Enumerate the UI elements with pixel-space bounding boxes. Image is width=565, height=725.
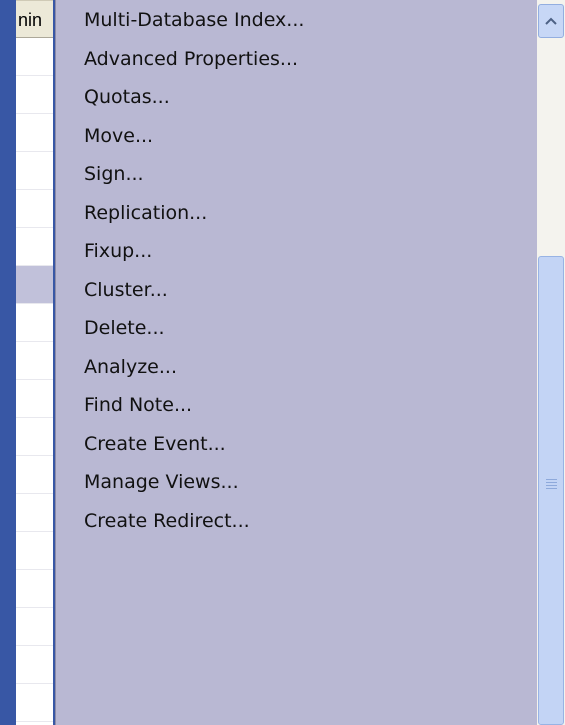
menu-item-label: Create Event... xyxy=(84,432,226,455)
menu-item-label: Analyze... xyxy=(84,355,177,378)
list-row[interactable] xyxy=(16,304,53,342)
list-row[interactable] xyxy=(16,152,53,190)
scroll-up-button[interactable] xyxy=(538,4,564,38)
menu-item[interactable]: Replication... xyxy=(56,194,537,232)
scroll-grip-icon xyxy=(546,479,557,489)
menu-item-label: Cluster... xyxy=(84,278,168,301)
menu-item-label: Advanced Properties... xyxy=(84,47,299,70)
menu-item[interactable]: Cluster... xyxy=(56,271,537,309)
context-menu: Multi-Database Index... Advanced Properti… xyxy=(55,0,537,725)
menu-item-label: Create Redirect... xyxy=(84,509,250,532)
menu-item-label: Replication... xyxy=(84,201,208,224)
menu-item[interactable]: Create Redirect... xyxy=(56,502,537,540)
list-row[interactable] xyxy=(16,608,53,646)
list-row[interactable] xyxy=(16,228,53,266)
menu-item-label: Manage Views... xyxy=(84,471,239,493)
menu-item[interactable]: Advanced Properties... xyxy=(56,40,537,78)
list-row[interactable] xyxy=(16,342,53,380)
column-header-label: nin xyxy=(18,10,43,30)
list-row[interactable] xyxy=(16,494,53,532)
scroll-thumb[interactable] xyxy=(538,256,564,725)
menu-item[interactable]: Create Event... xyxy=(56,425,537,463)
list-row[interactable] xyxy=(16,38,53,76)
list-row[interactable] xyxy=(16,76,53,114)
list-row[interactable] xyxy=(16,114,53,152)
list-row[interactable] xyxy=(16,646,53,684)
list-row[interactable] xyxy=(16,570,53,608)
menu-item[interactable]: Analyze... xyxy=(56,348,537,386)
background-list: nin xyxy=(16,0,53,725)
menu-item-label: Delete... xyxy=(84,317,165,339)
menu-item-label: Quotas... xyxy=(84,86,170,108)
list-row[interactable] xyxy=(16,266,53,304)
list-row[interactable] xyxy=(16,190,53,228)
menu-item[interactable]: Manage Views... xyxy=(56,463,537,501)
list-row[interactable] xyxy=(16,418,53,456)
menu-item-label: Move... xyxy=(84,124,154,147)
chevron-up-icon xyxy=(545,17,557,25)
menu-item[interactable]: Fixup... xyxy=(56,232,537,270)
menu-item-label: Find Note... xyxy=(84,394,193,416)
menu-item-label: Multi-Database Index... xyxy=(84,9,305,31)
list-row[interactable] xyxy=(16,532,53,570)
menu-item[interactable]: Multi-Database Index... xyxy=(56,1,537,39)
menu-item[interactable]: Find Note... xyxy=(56,386,537,424)
list-row[interactable] xyxy=(16,380,53,418)
menu-item-label: Sign... xyxy=(84,163,144,185)
column-header[interactable]: nin xyxy=(16,0,53,38)
vertical-scrollbar[interactable] xyxy=(537,0,565,725)
menu-item[interactable]: Move... xyxy=(56,117,537,155)
menu-item[interactable]: Quotas... xyxy=(56,78,537,116)
list-row[interactable] xyxy=(16,684,53,722)
menu-item[interactable]: Delete... xyxy=(56,309,537,347)
menu-item[interactable]: Sign... xyxy=(56,155,537,193)
list-row[interactable] xyxy=(16,456,53,494)
menu-item-label: Fixup... xyxy=(84,240,153,262)
